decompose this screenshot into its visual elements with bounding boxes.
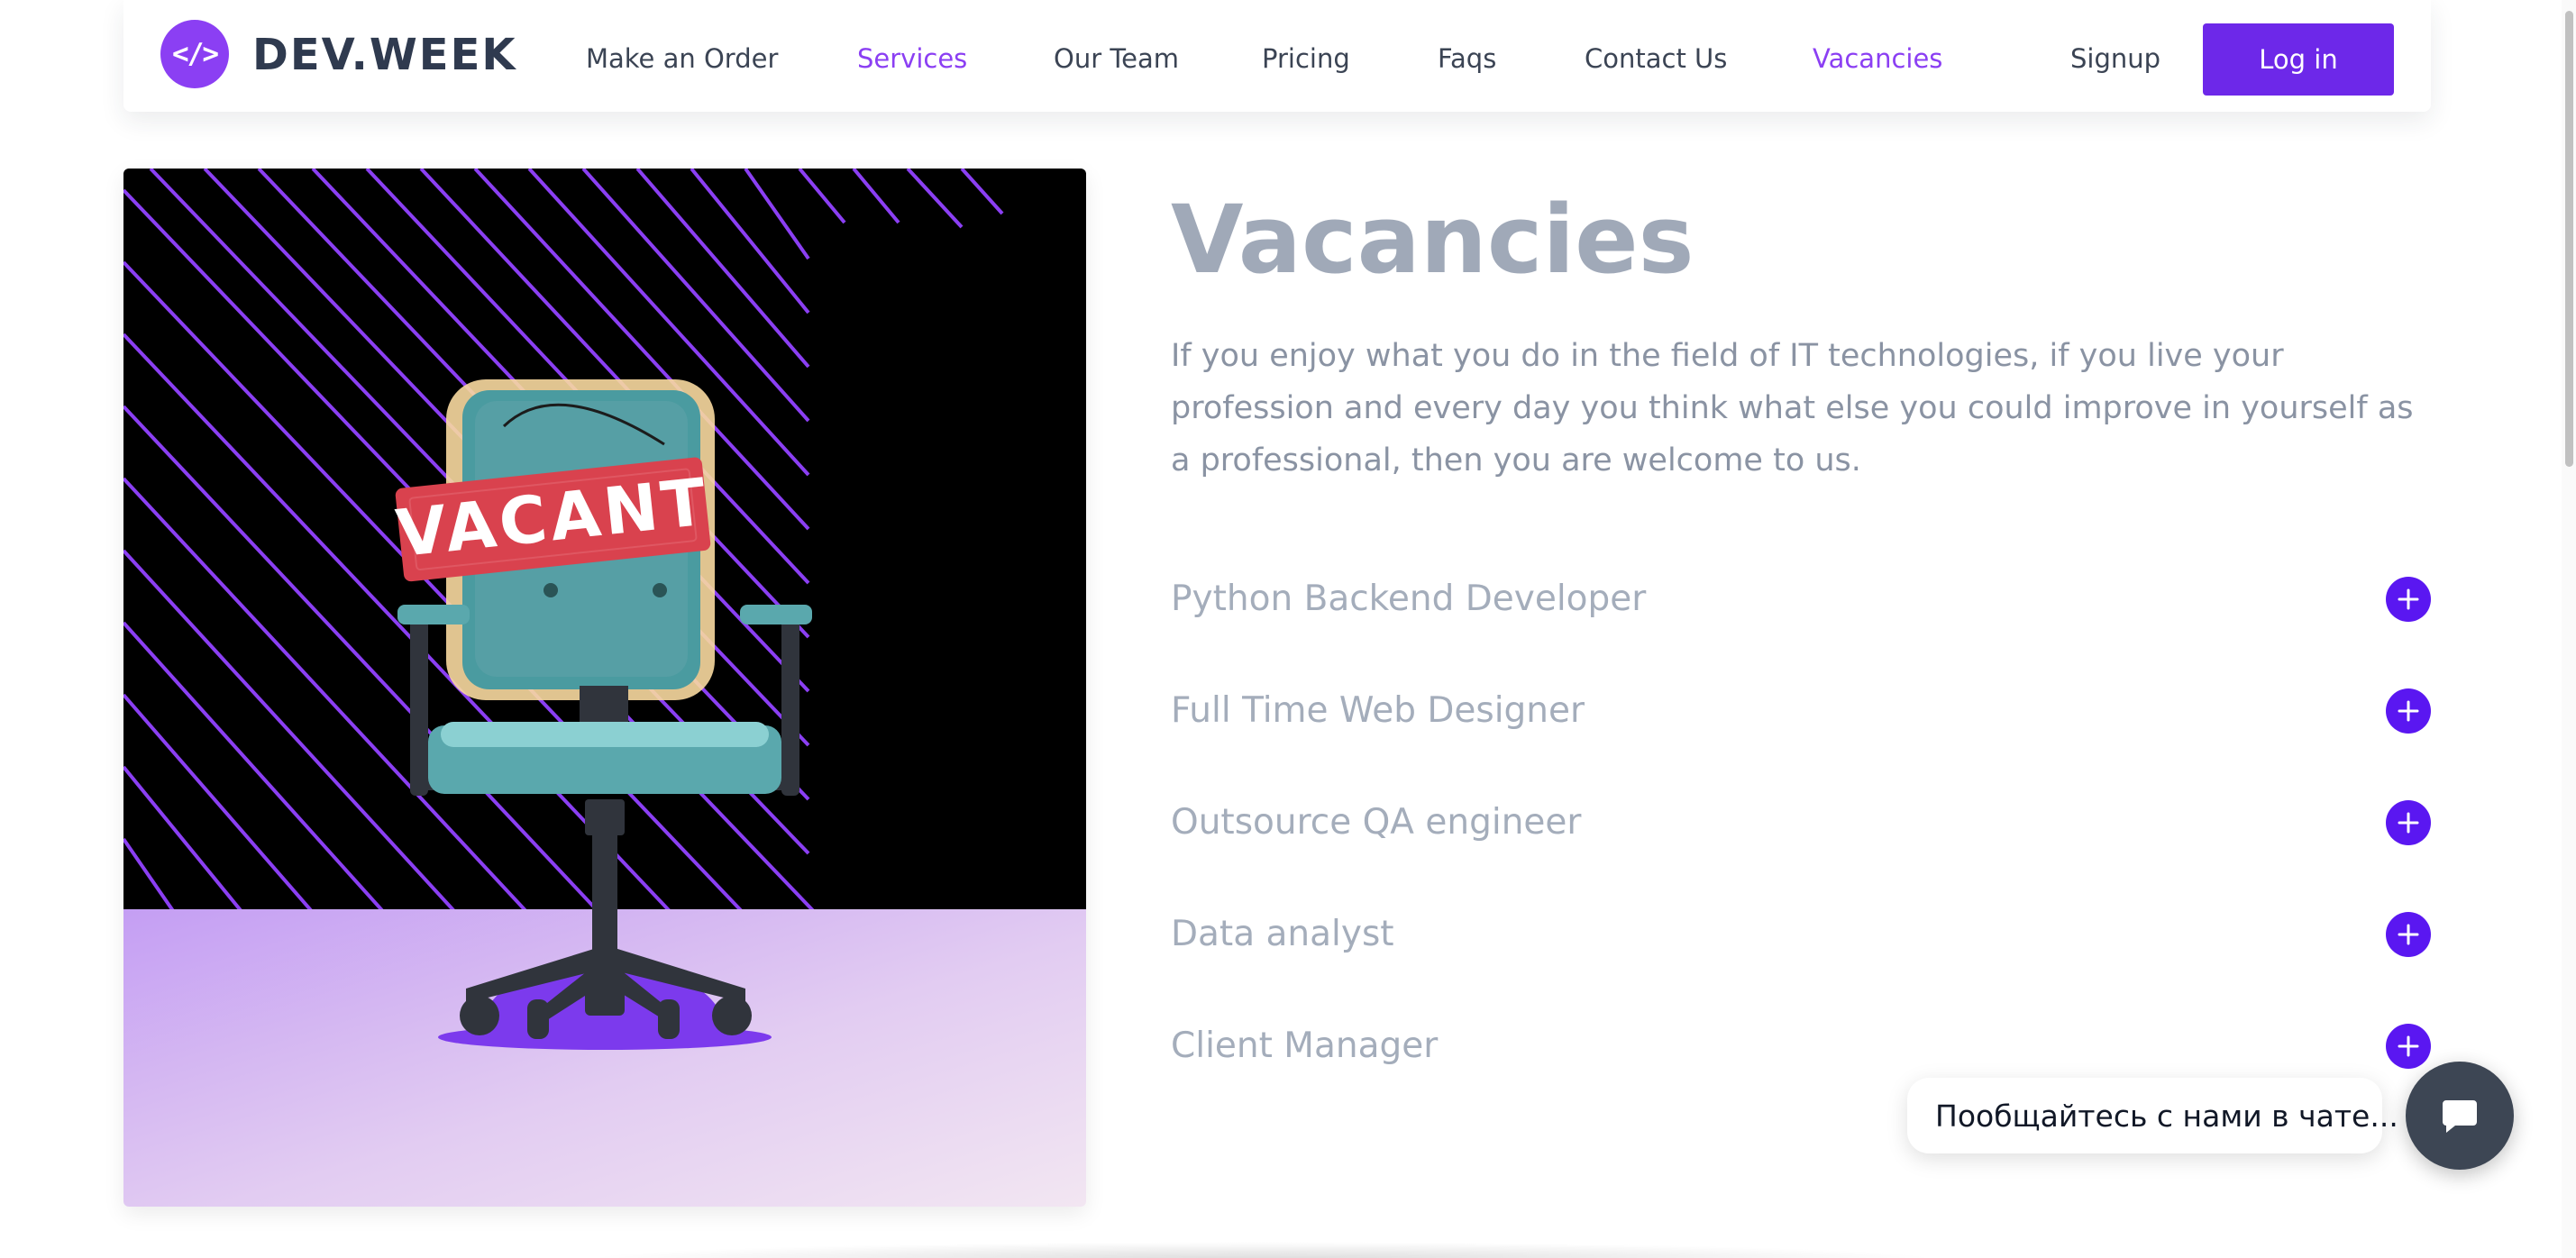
vacancy-illustration: VACANT: [123, 169, 1086, 1207]
vacancy-item[interactable]: Client Manager: [1171, 1009, 2431, 1081]
vacancy-item[interactable]: Python Backend Developer: [1171, 562, 2431, 634]
nav-faqs[interactable]: Faqs: [1438, 43, 1496, 74]
page-title: Vacancies: [1171, 185, 1694, 295]
signup-link[interactable]: Signup: [2070, 43, 2160, 74]
intro-text: If you enjoy what you do in the field of…: [1171, 338, 2414, 479]
logo-icon[interactable]: </>: [160, 20, 229, 88]
nav-vacancies[interactable]: Vacancies: [1813, 43, 1942, 74]
vacancy-item[interactable]: Data analyst: [1171, 898, 2431, 970]
chat-prompt-bubble[interactable]: Пообщайтесь с нами в чате...: [1907, 1078, 2398, 1153]
vacancy-title: Data analyst: [1171, 914, 1394, 954]
nav-services[interactable]: Services: [857, 43, 967, 74]
plus-icon[interactable]: [2386, 912, 2431, 957]
vacancy-title: Python Backend Developer: [1171, 579, 1647, 619]
vacancy-title: Client Manager: [1171, 1026, 1439, 1066]
plus-icon[interactable]: [2386, 800, 2431, 845]
plus-icon[interactable]: [2386, 688, 2431, 734]
vacancy-title: Full Time Web Designer: [1171, 690, 1585, 731]
nav-make-an-order[interactable]: Make an Order: [586, 43, 778, 74]
vacancy-item[interactable]: Full Time Web Designer: [1171, 674, 2431, 746]
plus-icon[interactable]: [2386, 577, 2431, 622]
plus-icon[interactable]: [2386, 1024, 2431, 1069]
site-header: </> DEV.WEEK Make an Order Services Our …: [123, 0, 2431, 112]
nav-pricing[interactable]: Pricing: [1262, 43, 1350, 74]
vacancy-title: Outsource QA engineer: [1171, 802, 1582, 843]
logo-text[interactable]: DEV.WEEK: [252, 30, 517, 80]
vacancy-item[interactable]: Outsource QA engineer: [1171, 786, 2431, 858]
section-shadow: [577, 1242, 1947, 1258]
scrollbar-track[interactable]: [2562, 0, 2576, 1258]
chat-icon[interactable]: [2406, 1062, 2514, 1170]
login-button[interactable]: Log in: [2203, 23, 2394, 96]
nav-our-team[interactable]: Our Team: [1054, 43, 1179, 74]
nav-contact-us[interactable]: Contact Us: [1585, 43, 1727, 74]
chat-prompt-text: Пообщайтесь с нами в чате...: [1935, 1098, 2398, 1134]
scrollbar-thumb[interactable]: [2565, 11, 2573, 467]
